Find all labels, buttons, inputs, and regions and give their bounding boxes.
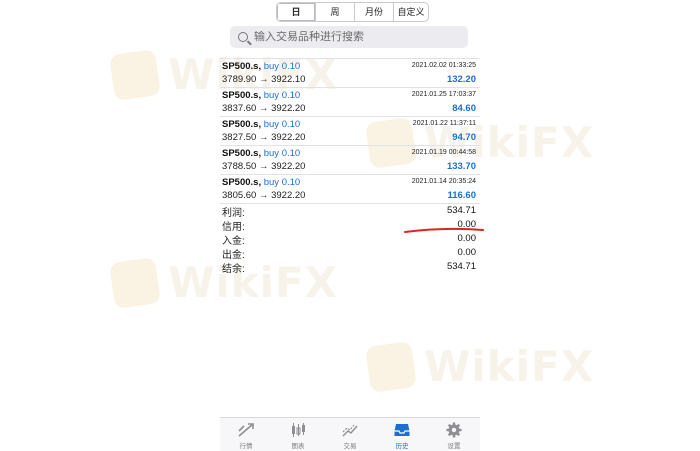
- deal-prices: 3789.90 → 3922.10: [222, 74, 306, 85]
- segment-week[interactable]: 周: [316, 3, 355, 21]
- trade-icon: [342, 424, 358, 437]
- history-screen: 日 周 月份 自定义 SP500.s, buy 0.10 3789.90 → 3…: [220, 0, 484, 451]
- deal-profit: 132.20: [446, 74, 476, 85]
- deal-side: buy 0.10: [263, 177, 301, 188]
- tab-trade[interactable]: 交易: [324, 418, 376, 451]
- summary-withdrawal: 出金: 0.00: [222, 247, 476, 261]
- tab-settings[interactable]: 设置: [428, 418, 480, 451]
- deal-row[interactable]: SP500.s, buy 0.10 3789.90 → 3922.10 2021…: [220, 58, 480, 87]
- deal-row[interactable]: SP500.s, buy 0.10 3827.50 → 3922.20 2021…: [220, 116, 480, 145]
- summary-profit: 利润: 534.71: [222, 205, 476, 219]
- deal-symbol: SP500.s,: [222, 148, 262, 159]
- deal-time: 2021.01.14 20:35:24: [411, 178, 476, 185]
- summary-balance: 结余: 534.71: [222, 261, 476, 275]
- deal-row[interactable]: SP500.s, buy 0.10 3805.60 → 3922.20 2021…: [220, 174, 480, 204]
- quotes-icon: [238, 423, 254, 437]
- deal-profit: 133.70: [446, 161, 476, 172]
- search-input[interactable]: [254, 31, 454, 43]
- tab-quotes[interactable]: 行情: [220, 418, 272, 451]
- deal-prices: 3837.60 → 3922.20: [222, 103, 306, 114]
- deal-list: SP500.s, buy 0.10 3789.90 → 3922.10 2021…: [220, 58, 480, 204]
- segment-month[interactable]: 月份: [355, 3, 394, 21]
- segment-custom[interactable]: 自定义: [394, 3, 428, 21]
- bottom-tab-bar: 行情 图表 交易 历史 设置: [220, 417, 480, 451]
- deal-time: 2021.01.22 11:37:11: [412, 120, 476, 127]
- deal-side: buy 0.10: [263, 90, 301, 101]
- deal-side: buy 0.10: [263, 148, 301, 159]
- settings-icon: [446, 422, 462, 438]
- deal-row[interactable]: SP500.s, buy 0.10 3788.50 → 3922.20 2021…: [220, 145, 480, 174]
- deal-symbol: SP500.s,: [222, 177, 262, 188]
- deal-prices: 3827.50 → 3922.20: [222, 132, 306, 143]
- deal-symbol: SP500.s,: [222, 61, 262, 72]
- deal-symbol: SP500.s,: [222, 119, 262, 130]
- search-bar[interactable]: [230, 26, 468, 48]
- deal-time: 2021.02.02 01:33:25: [411, 62, 476, 69]
- search-icon: [238, 32, 248, 42]
- summary-deposit: 入金: 0.00: [222, 233, 476, 247]
- deal-time: 2021.01.25 17:03:37: [411, 91, 476, 98]
- deal-symbol: SP500.s,: [222, 90, 262, 101]
- chart-icon: [292, 423, 305, 437]
- account-summary: 利润: 534.71 信用: 0.00 入金: 0.00 出金: 0.00 结余…: [220, 204, 480, 275]
- period-segmented-control: 日 周 月份 自定义: [276, 2, 429, 22]
- deal-time: 2021.01.19 00:44:58: [411, 149, 476, 156]
- history-icon: [394, 424, 410, 436]
- red-annotation-stroke: [404, 227, 484, 233]
- wikifx-logo-icon: [109, 48, 161, 101]
- deal-prices: 3788.50 → 3922.20: [222, 161, 306, 172]
- deal-profit: 94.70: [452, 132, 476, 143]
- segment-day[interactable]: 日: [277, 3, 316, 21]
- deal-side: buy 0.10: [263, 61, 301, 72]
- wikifx-logo-icon: [109, 256, 161, 309]
- deal-profit: 116.60: [447, 190, 476, 201]
- tab-chart[interactable]: 图表: [272, 418, 324, 451]
- tab-history[interactable]: 历史: [376, 418, 428, 451]
- deal-prices: 3805.60 → 3922.20: [222, 190, 306, 201]
- deal-side: buy 0.10: [263, 119, 301, 130]
- deal-row[interactable]: SP500.s, buy 0.10 3837.60 → 3922.20 2021…: [220, 87, 480, 116]
- deal-profit: 84.60: [452, 103, 476, 114]
